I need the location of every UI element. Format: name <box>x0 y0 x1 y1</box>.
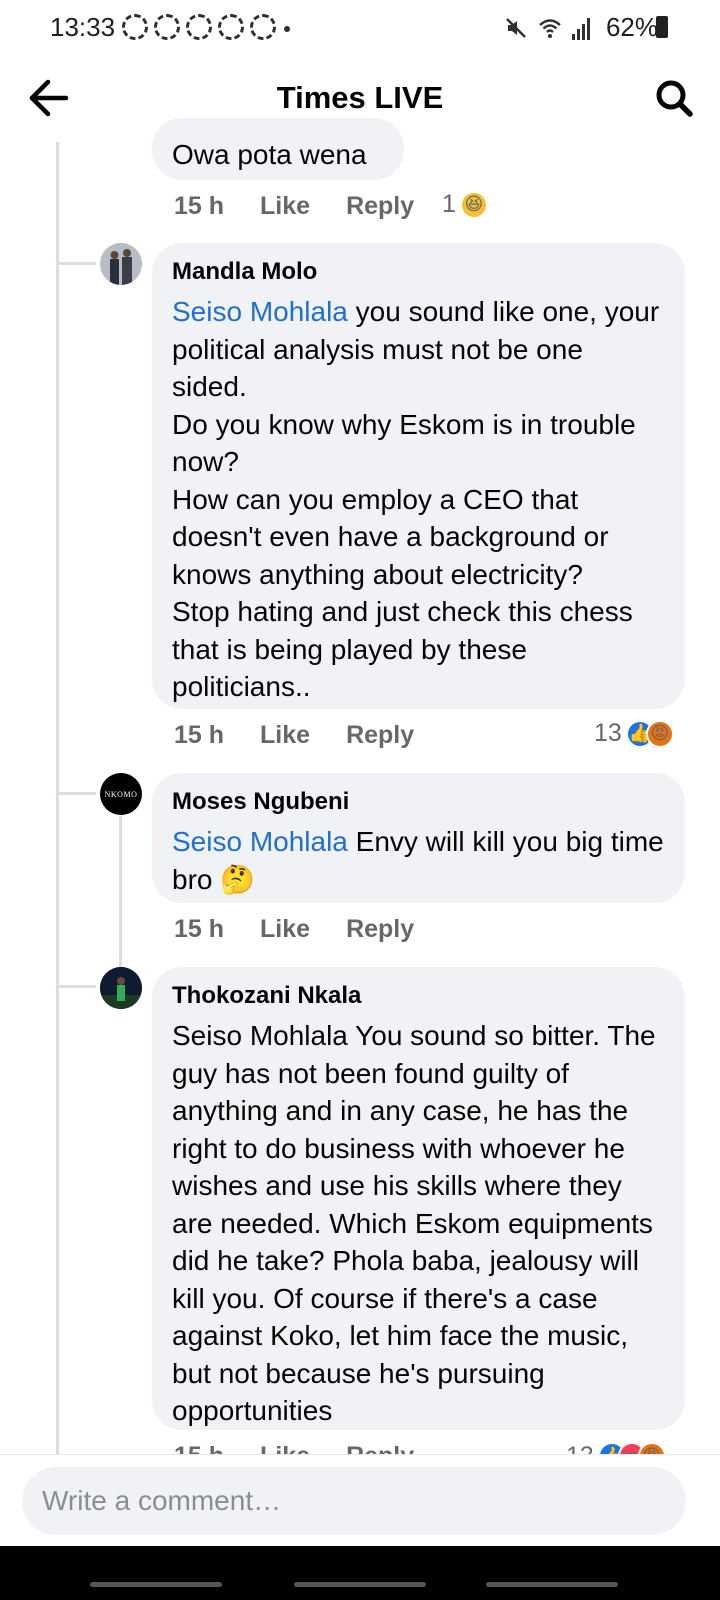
search-icon[interactable] <box>654 78 694 118</box>
avatar[interactable] <box>100 243 142 285</box>
reply-button[interactable]: Reply <box>346 192 414 221</box>
recycle-notification-icon <box>218 14 244 40</box>
like-button[interactable]: Like <box>260 192 310 221</box>
system-navigation-bar <box>0 1546 720 1600</box>
comment-author[interactable]: Moses Ngubeni <box>172 787 665 817</box>
comment-composer <box>0 1454 720 1546</box>
comment-bubble[interactable]: Moses Ngubeni Seiso Mohlala Envy will ki… <box>152 773 685 903</box>
avatar-photo-icon <box>100 243 142 285</box>
comment-text: Owa pota wena <box>172 139 367 170</box>
notification-icons <box>122 14 276 40</box>
mention-link[interactable]: Seiso Mohlala <box>172 296 348 327</box>
comment-time: 15 h <box>174 721 225 749</box>
recycle-notification-icon <box>186 14 212 40</box>
reaction-summary[interactable]: 13 👍 😡 <box>594 719 674 748</box>
reaction-count: 13 <box>594 719 622 747</box>
reaction-summary[interactable]: 13 👍 ♥ 😡 <box>566 1442 666 1454</box>
comment-bubble[interactable]: Owa pota wena <box>152 118 404 180</box>
comment-text: Seiso Mohlala You sound so bitter. The g… <box>172 1020 656 1426</box>
avatar[interactable]: NKOMO <box>100 773 142 815</box>
avatar-text: NKOMO <box>104 789 138 799</box>
comment-actions: 15 h Like Reply <box>174 192 450 221</box>
recycle-notification-icon <box>122 14 148 40</box>
comment-actions: 15 h Like Reply <box>174 915 450 944</box>
thread-connector <box>56 985 96 988</box>
like-button[interactable]: Like <box>260 915 310 944</box>
mention-link[interactable]: Seiso Mohlala <box>172 826 348 857</box>
more-notifications-dot-icon <box>284 26 290 32</box>
comment-time: 15 h <box>174 915 225 943</box>
angry-icon: 😡 <box>645 719 674 748</box>
mute-icon <box>506 17 526 38</box>
comment-actions: 15 h Like Reply <box>174 721 450 750</box>
haha-icon: 😆 <box>459 190 488 219</box>
reply-button[interactable]: Reply <box>346 915 414 944</box>
reaction-count: 13 <box>566 1442 594 1454</box>
status-time: 13:33 <box>50 12 116 42</box>
comment-input[interactable] <box>22 1467 686 1535</box>
comment-body: you sound like one, your political analy… <box>172 296 660 702</box>
angry-icon: 😡 <box>637 1442 666 1454</box>
recycle-notification-icon <box>154 14 180 40</box>
reply-button[interactable]: Reply <box>346 721 414 750</box>
page-title: Times LIVE <box>276 80 444 115</box>
comment-time: 15 h <box>174 192 225 220</box>
recycle-notification-icon <box>250 14 276 40</box>
reply-thread-line <box>119 816 122 976</box>
comment-time: 15 h <box>174 1442 224 1454</box>
avatar[interactable] <box>100 967 142 1009</box>
status-bar: 13:33 62% <box>0 0 720 56</box>
avatar-photo-icon <box>100 967 142 1009</box>
wifi-icon <box>539 18 561 38</box>
battery-icon <box>656 16 668 38</box>
thread-connector <box>56 262 96 265</box>
comment-bubble[interactable]: Thokozani Nkala Seiso Mohlala You sound … <box>152 967 685 1430</box>
comment-author[interactable]: Mandla Molo <box>172 257 665 287</box>
nav-recent-button[interactable] <box>90 1582 222 1587</box>
reaction-summary[interactable]: 1 😆 <box>442 190 488 219</box>
thread-connector <box>56 792 96 795</box>
reply-button[interactable]: Reply <box>346 1442 414 1454</box>
comment-text: Seiso Mohlala Envy will kill you big tim… <box>172 823 665 898</box>
battery-percent: 62% <box>605 12 658 42</box>
nav-home-button[interactable] <box>294 1582 426 1587</box>
comment-author[interactable]: Thokozani Nkala <box>172 981 665 1011</box>
reaction-count: 1 <box>442 190 456 218</box>
like-button[interactable]: Like <box>260 721 310 750</box>
signal-icon <box>571 16 596 40</box>
status-right: 62% <box>504 12 658 43</box>
thread-line <box>56 142 59 1454</box>
like-button[interactable]: Like <box>260 1442 310 1454</box>
comment-actions: 15 h Like Reply <box>174 1442 450 1454</box>
nav-back-button[interactable] <box>486 1582 618 1587</box>
comment-text: Seiso Mohlala you sound like one, your p… <box>172 293 665 706</box>
comment-bubble[interactable]: Mandla Molo Seiso Mohlala you sound like… <box>152 243 685 709</box>
